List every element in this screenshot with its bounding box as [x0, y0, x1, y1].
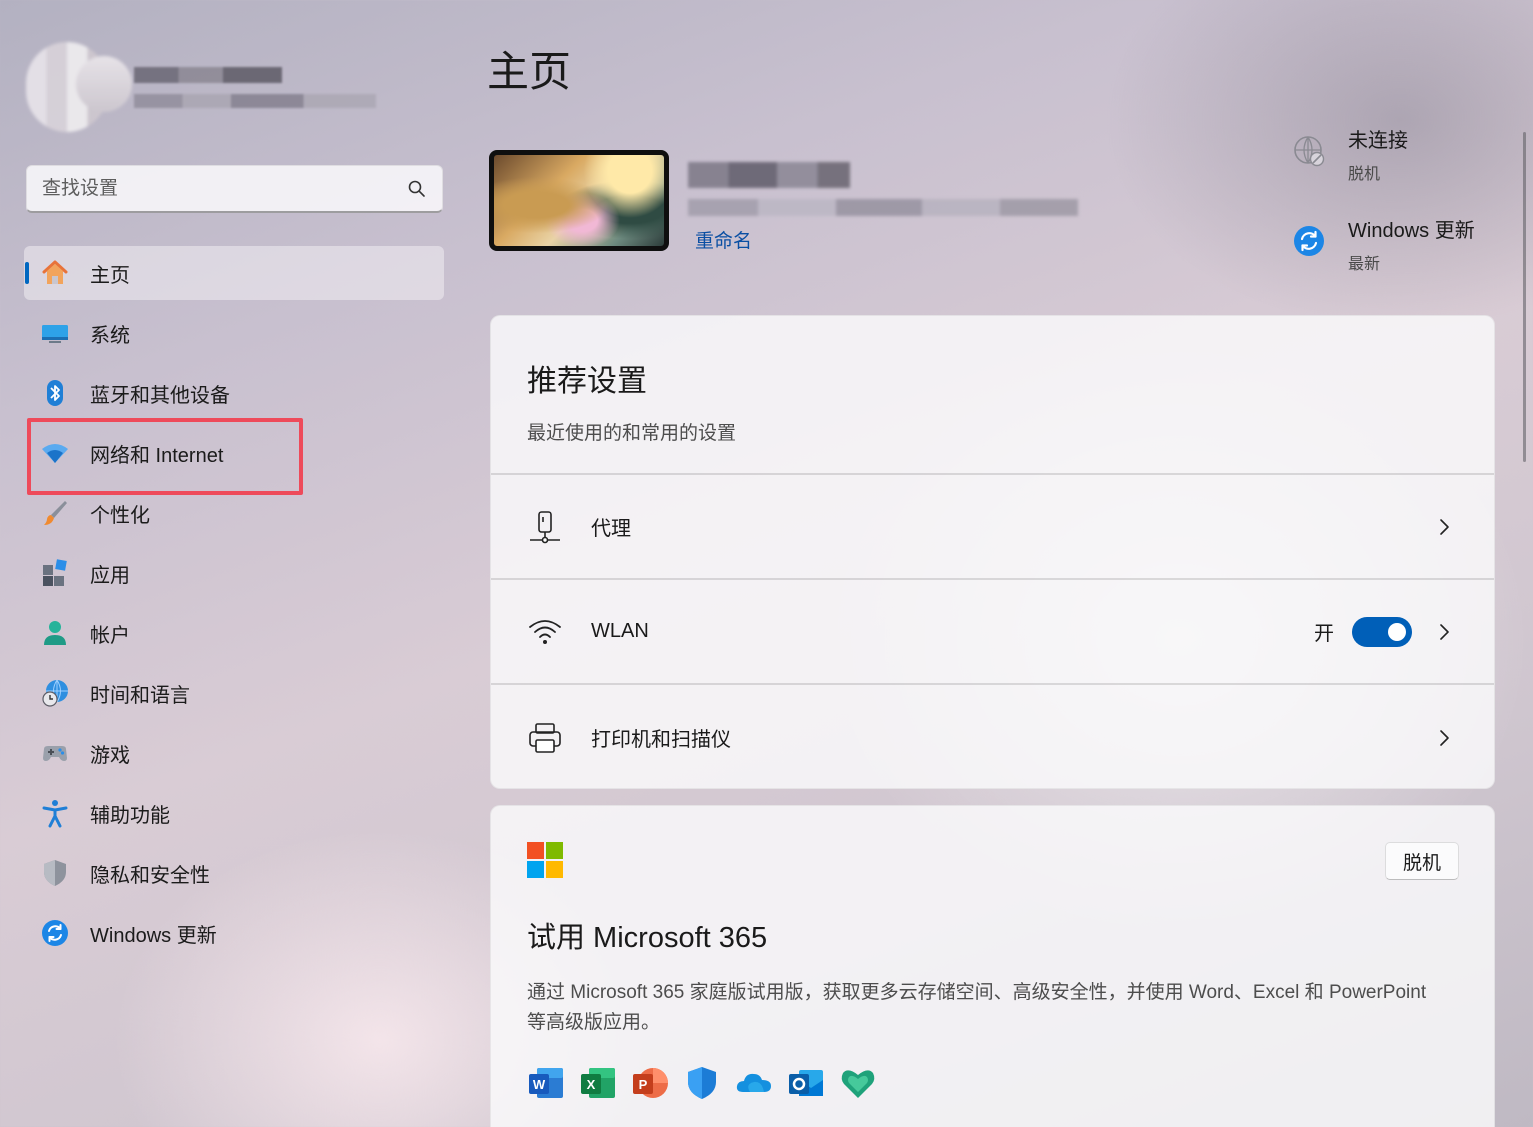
onedrive-icon: [735, 1064, 773, 1102]
word-icon: W: [527, 1064, 565, 1102]
sidebar-item-label: 蓝牙和其他设备: [90, 384, 230, 407]
monitor-icon: [40, 318, 70, 348]
search-box[interactable]: [26, 165, 443, 213]
sidebar-item-time-language[interactable]: 时间和语言: [24, 666, 444, 720]
family-safety-icon: [839, 1064, 877, 1102]
globe-clock-icon: [40, 678, 70, 708]
network-status-sub: 脱机: [1348, 166, 1381, 183]
update-status-title: Windows 更新: [1348, 220, 1475, 242]
m365-description: 通过 Microsoft 365 家庭版试用版，获取更多云存储空间、高级安全性，…: [527, 982, 1427, 1033]
sidebar-item-apps[interactable]: 应用: [24, 546, 444, 600]
home-icon: [40, 258, 70, 288]
apps-icon: [40, 558, 70, 588]
bluetooth-icon: [40, 378, 70, 408]
sidebar-item-personalization[interactable]: 个性化: [24, 486, 444, 540]
sidebar-item-label: 帐户: [90, 624, 130, 647]
outlook-icon: [787, 1064, 825, 1102]
sidebar-item-label: 游戏: [90, 744, 130, 767]
sidebar-nav: 主页 系统 蓝牙和其他设备 网络和 Internet 个性化 应用 帐户 时间和…: [24, 246, 444, 966]
sidebar-item-label: 应用: [90, 564, 130, 587]
m365-app-icons: W X P: [527, 1064, 1458, 1102]
sidebar-item-label: 网络和 Internet: [90, 444, 224, 467]
recommended-settings-card: 推荐设置 最近使用的和常用的设置 代理 WLAN 开 打印机和扫描仪: [490, 315, 1495, 789]
update-status-sub: 最新: [1348, 256, 1381, 273]
wifi-icon: [529, 619, 561, 644]
device-model-redacted: [688, 199, 1078, 216]
recommended-row-proxy[interactable]: 代理: [491, 475, 1494, 580]
device-wallpaper-thumbnail[interactable]: [489, 150, 669, 251]
shield-icon: [40, 858, 70, 888]
user-email-redacted: [134, 94, 376, 108]
recommended-title: 推荐设置: [527, 365, 647, 398]
wlan-state-label: 开: [1314, 623, 1334, 645]
wlan-toggle[interactable]: [1352, 616, 1412, 647]
network-status-title: 未连接: [1348, 130, 1408, 152]
sidebar-item-label: 系统: [90, 324, 130, 347]
recommended-header: 推荐设置 最近使用的和常用的设置: [491, 316, 1494, 475]
search-icon[interactable]: [407, 179, 427, 199]
printers-label: 打印机和扫描仪: [591, 729, 731, 751]
wifi-icon: [40, 438, 70, 468]
search-input[interactable]: [42, 177, 407, 200]
sidebar-item-label: 时间和语言: [90, 684, 190, 707]
sidebar-item-home[interactable]: 主页: [24, 246, 444, 300]
proxy-icon: [530, 510, 560, 543]
update-status[interactable]: Windows 更新 最新: [1292, 218, 1475, 274]
chevron-right-icon: [1440, 518, 1449, 535]
microsoft-logo-icon: [527, 842, 563, 878]
sidebar-item-label: Windows 更新: [90, 924, 217, 947]
network-status[interactable]: 未连接 脱机: [1292, 128, 1408, 184]
page-title: 主页: [487, 48, 572, 95]
sidebar-item-privacy[interactable]: 隐私和安全性: [24, 846, 444, 900]
device-name-redacted: [688, 162, 850, 188]
offline-button[interactable]: 脱机: [1384, 842, 1459, 880]
scrollbar[interactable]: [1523, 132, 1526, 462]
defender-icon: [683, 1064, 721, 1102]
sidebar-item-system[interactable]: 系统: [24, 306, 444, 360]
recommended-subtitle: 最近使用的和常用的设置: [527, 423, 737, 444]
svg-text:P: P: [639, 1077, 648, 1092]
sidebar-item-bluetooth[interactable]: 蓝牙和其他设备: [24, 366, 444, 420]
update-icon: [1294, 226, 1324, 256]
excel-icon: X: [579, 1064, 617, 1102]
recommended-row-wlan[interactable]: WLAN 开: [491, 580, 1494, 685]
sidebar-item-accessibility[interactable]: 辅助功能: [24, 786, 444, 840]
brush-icon: [40, 498, 70, 528]
printer-icon: [529, 722, 561, 753]
sidebar-item-network[interactable]: 网络和 Internet: [24, 426, 444, 480]
svg-text:W: W: [533, 1077, 546, 1092]
svg-text:X: X: [587, 1077, 596, 1092]
powerpoint-icon: P: [631, 1064, 669, 1102]
account-icon: [40, 618, 70, 648]
gamepad-icon: [40, 738, 70, 768]
sidebar-item-accounts[interactable]: 帐户: [24, 606, 444, 660]
sidebar-item-label: 隐私和安全性: [90, 864, 210, 887]
sidebar-item-label: 个性化: [90, 504, 150, 527]
microsoft-365-card: 脱机 试用 Microsoft 365 通过 Microsoft 365 家庭版…: [490, 805, 1495, 1127]
recommended-row-printers[interactable]: 打印机和扫描仪: [491, 685, 1494, 788]
user-name-redacted: [134, 67, 282, 83]
globe-disconnected-icon: [1294, 136, 1325, 167]
sidebar-item-label: 辅助功能: [90, 804, 170, 827]
chevron-right-icon: [1440, 623, 1449, 640]
chevron-right-icon: [1440, 729, 1449, 746]
sidebar-item-label: 主页: [90, 264, 130, 287]
accessibility-icon: [40, 798, 70, 828]
update-icon: [40, 918, 70, 948]
wlan-label: WLAN: [591, 620, 649, 642]
m365-title: 试用 Microsoft 365: [527, 922, 768, 954]
user-profile[interactable]: [26, 40, 446, 136]
rename-link[interactable]: 重命名: [695, 226, 752, 253]
sidebar-item-gaming[interactable]: 游戏: [24, 726, 444, 780]
avatar[interactable]: [26, 42, 132, 132]
sidebar-item-windows-update[interactable]: Windows 更新: [24, 906, 444, 960]
proxy-label: 代理: [591, 518, 631, 540]
